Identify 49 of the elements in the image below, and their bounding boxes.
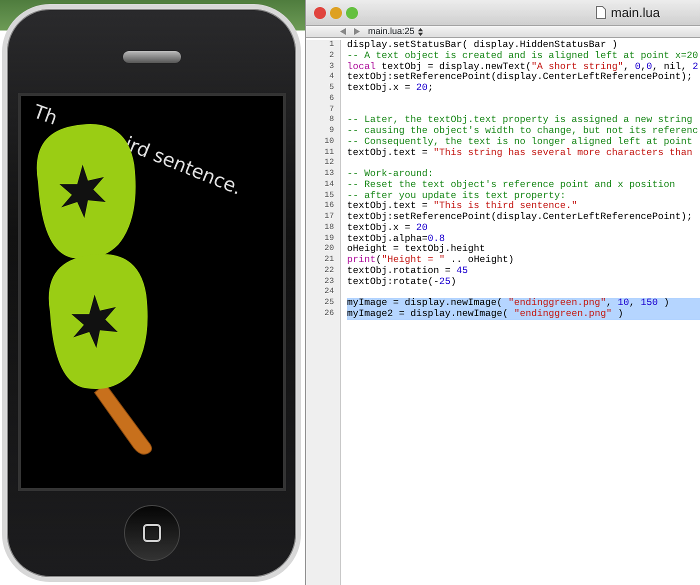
code-line: oHeight = textObj.height [347,244,486,255]
code-line: textObj:setReferencePoint(display.CenterLeftReferencePoint); [347,72,694,83]
code-line: -- A text object is created and is aligned left at point x=20 [347,50,700,62]
line-number: 17 [323,212,335,223]
line-number: 10 [323,136,335,148]
code-line: textObj.x = 20; [347,83,434,94]
code-line: textObj.text = "This string has several more characters than [347,148,694,158]
line-number: 15 [323,190,335,202]
code-line: textObj:setReferencePoint(display.CenterLeftReferencePoint); [347,212,694,223]
code-line: local textObj = display.newText("A short string", 0,0, nil, 2 [347,62,700,72]
line-number: 6 [328,94,335,104]
code-line: textObj.text = "This is third sentence." [347,201,578,212]
line-number: 5 [328,83,335,94]
code-line: textObj:rotate(-25) [347,276,458,288]
line-number: 26 [323,308,335,320]
line-number: 22 [323,266,335,276]
code-line: -- Later, the textObj.text property is assigned a new string [347,115,694,126]
code-line: textObj.alpha=0.8 [347,234,446,244]
code-line: -- after you update its text property: [347,190,567,201]
line-number: 2 [328,50,335,62]
line-number: 12 [323,158,335,169]
code-line: print("Height = " .. oHeight) [347,255,515,266]
line-number: 16 [323,201,335,212]
line-number: 25 [323,298,335,309]
line-number: 11 [323,148,335,158]
code-line: textObj.rotation = 45 [347,266,469,276]
line-number: 3 [328,62,335,72]
line-number: 9 [328,126,335,137]
code-line: -- Work-around: [347,169,434,180]
line-number: 19 [323,234,335,244]
code-line: display.setStatusBar( display.HiddenStatusBar ) [347,40,619,51]
screen-text: Th [28,100,61,132]
line-number: 18 [323,222,335,234]
line-number: 24 [323,287,335,298]
line-number: 21 [323,255,335,266]
code-line: textObj.x = 20 [347,222,429,234]
line-number: 20 [323,244,335,255]
line-number: 7 [328,104,335,116]
file-jump-menu[interactable]: main.lua:25 [368,24,423,38]
code-line: -- Consequently, the text is no longer aligned left at point [347,136,694,148]
code-line: -- causing the object's width to change, but not its referenc [347,126,700,137]
line-number: 23 [323,276,335,288]
code-line: -- Reset the text object's reference point and x position [347,180,676,190]
line-number: 14 [323,180,335,190]
window-title: main.lua [610,4,660,22]
line-number: 8 [328,115,335,126]
line-number: 4 [328,72,335,83]
line-number: 13 [323,169,335,180]
line-number: 1 [328,40,335,51]
